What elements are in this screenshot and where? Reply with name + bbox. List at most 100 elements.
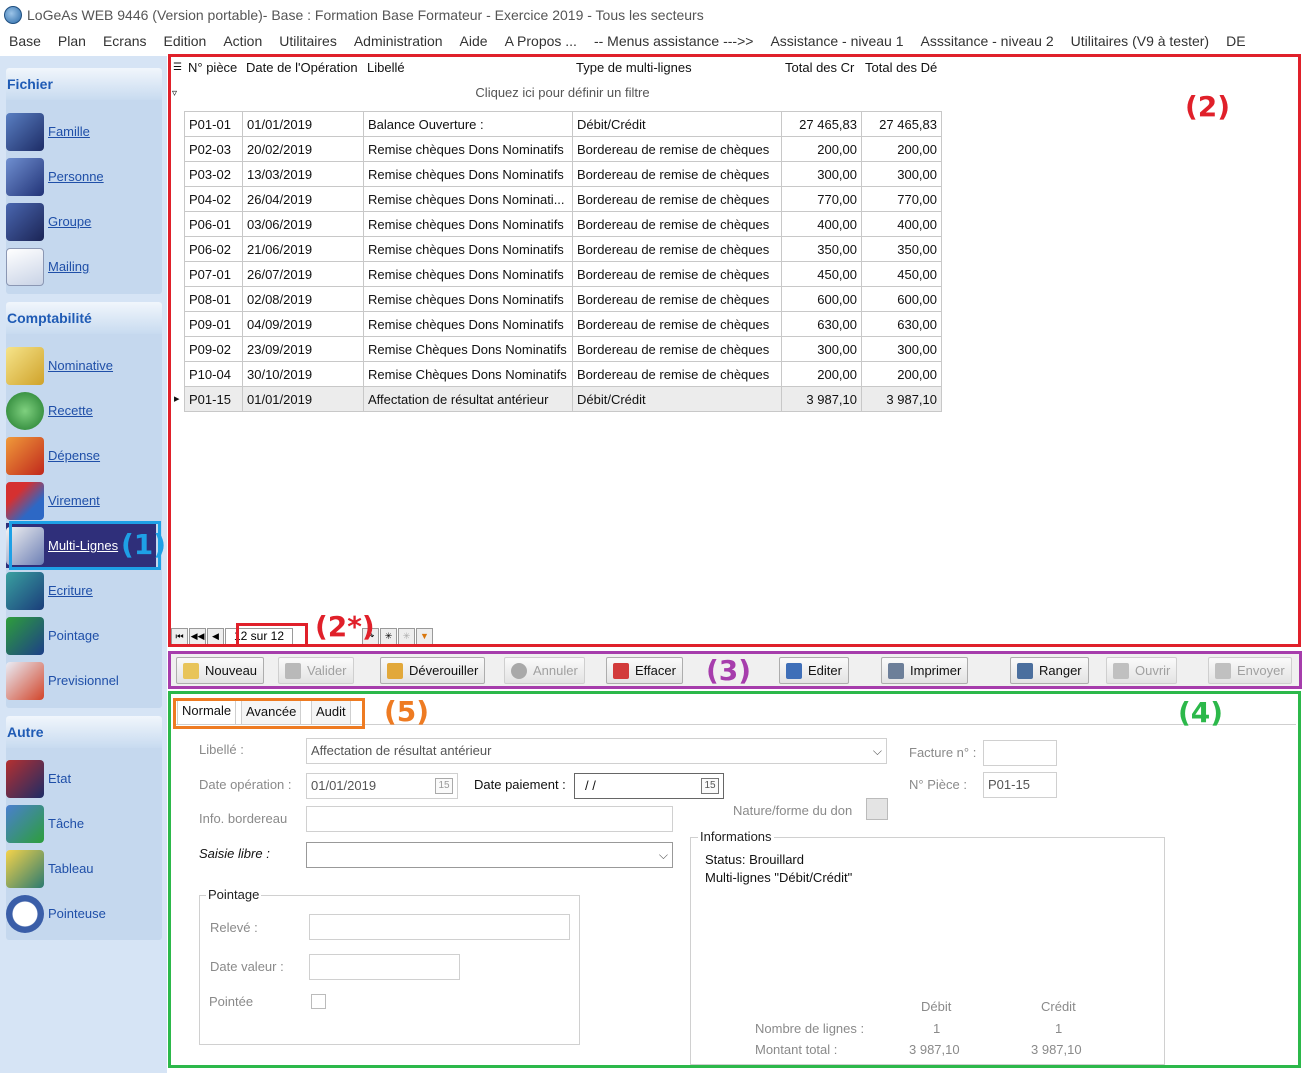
menu-de[interactable]: DE [1217,33,1253,49]
first-record-icon[interactable]: ⏮ [171,627,188,645]
date-operation-field[interactable]: 01/01/2019 15 [306,773,458,799]
sidebar-item-nominative[interactable]: Nominative [6,343,113,388]
table-row[interactable]: P08-01 02/08/2019 Remise chèques Dons Nomi… [184,286,942,312]
table-row[interactable]: P07-01 26/07/2019 Remise chèques Dons Nomi… [184,261,942,287]
tab-audit[interactable]: Audit [311,700,351,725]
sidebar-group-title[interactable]: Fichier [6,68,162,100]
envelope-icon [6,247,44,286]
menu-aide[interactable]: Aide [451,33,496,49]
col-header-libelle[interactable]: Libellé [367,58,405,80]
piece-field[interactable]: P01-15 [983,772,1057,798]
menu-apropos[interactable]: A Propos ... [496,33,585,49]
cell-total-debit: 27 465,83 [861,111,942,137]
menu-plan[interactable]: Plan [49,33,94,49]
sidebar-item-etat[interactable]: Etat [6,756,71,801]
menu-assistance-2[interactable]: Asssitance - niveau 2 [912,33,1062,49]
table-row[interactable]: P06-02 21/06/2019 Remise chèques Dons Nomi… [184,236,942,262]
col-header-date[interactable]: Date de l'Opération [246,58,358,80]
report-icon [6,759,44,798]
facture-field[interactable] [983,740,1057,766]
new-row-icon[interactable]: ✳ [380,627,397,645]
sidebar-item-personne[interactable]: Personne [6,154,104,199]
cell-piece: P04-02 [184,186,243,212]
table-row[interactable]: P04-02 26/04/2019 Remise chèques Dons Nomi… [184,186,942,212]
menu-base[interactable]: Base [0,33,49,49]
entry-icon [6,571,44,610]
menu-utilitaires-v9[interactable]: Utilitaires (V9 à tester) [1062,33,1217,49]
tab-avancee[interactable]: Avancée [241,700,302,725]
editer-button[interactable]: Editer [779,657,849,684]
sidebar-item-groupe[interactable]: Groupe [6,199,91,244]
imprimer-button[interactable]: Imprimer [881,657,969,684]
filter-row[interactable]: Cliquez ici pour définir un filtre [184,82,941,106]
table-row[interactable]: P10-04 30/10/2019 Remise Chèques Dons Nomi… [184,361,942,387]
sidebar-item-mailing[interactable]: Mailing [6,244,89,289]
sidebar-item-pointage[interactable]: Pointage [6,613,99,658]
col-header-type[interactable]: Type de multi-lignes [576,58,692,80]
sidebar-item-pointeuse[interactable]: Pointeuse [6,891,106,936]
ranger-button[interactable]: Ranger [1010,657,1089,684]
tab-normale[interactable]: Normale [177,699,237,724]
table-row[interactable]: P06-01 03/06/2019 Remise chèques Dons Nomi… [184,211,942,237]
save-icon [285,662,301,679]
table-row[interactable]: P01-15 01/01/2019 Affectation de résultat … [184,386,942,412]
cell-date: 02/08/2019 [242,286,364,312]
sidebar-group-title[interactable]: Autre [6,716,162,748]
annotation-label-tabs: (5) [384,695,430,728]
sidebar-item-tableau[interactable]: Tableau [6,846,94,891]
cell-type: Bordereau de remise de chèques [572,136,782,162]
cell-total-debit: 3 987,10 [861,386,942,412]
menu-ecrans[interactable]: Ecrans [94,33,155,49]
unlock-icon [387,662,403,679]
col-header-total-credit[interactable]: Total des Cr [785,58,858,80]
date-valeur-field[interactable] [309,954,460,980]
sidebar-item-famille[interactable]: Famille [6,109,90,154]
nouveau-button[interactable]: Nouveau [176,657,265,684]
table-row[interactable]: P09-02 23/09/2019 Remise Chèques Dons Nomi… [184,336,942,362]
prev-page-icon[interactable]: ◀◀ [189,627,206,645]
sidebar-item-tache[interactable]: Tâche [6,801,84,846]
saisie-libre-select[interactable]: ⌵ [306,842,673,868]
sidebar-item-depense[interactable]: Dépense [6,433,100,478]
cell-total-debit: 200,00 [861,361,942,387]
col-header-piece[interactable]: N° pièce [188,58,237,80]
filter-icon[interactable]: ▿ [172,88,177,99]
task-icon [6,804,44,843]
delete-icon [613,662,629,679]
releve-field[interactable] [309,914,570,940]
table-row[interactable]: P01-01 01/01/2019 Balance Ouverture : Débit… [184,111,942,137]
prev-record-icon[interactable]: ◀ [207,627,224,645]
annotation-label-counter: (2*) [315,610,375,643]
sidebar-item-recette[interactable]: Recette [6,388,93,433]
libelle-select[interactable]: Affectation de résultat antérieur ⌵ [306,738,887,764]
menu-action[interactable]: Action [214,33,270,49]
table-row[interactable]: P03-02 13/03/2019 Remise chèques Dons Nomi… [184,161,942,187]
nature-don-icon[interactable] [866,798,888,820]
menu-edition[interactable]: Edition [155,33,215,49]
menu-assistance-separator[interactable]: -- Menus assistance --->> [585,33,762,49]
effacer-button[interactable]: Effacer [606,657,683,684]
col-header-total-debit[interactable]: Total des Dé [865,58,940,80]
clear-icon[interactable]: ✳ [398,627,415,645]
menu-administration[interactable]: Administration [345,33,451,49]
date-paiement-field[interactable]: / /15 [574,773,724,799]
table-row[interactable]: P02-03 20/02/2019 Remise chèques Dons Nomi… [184,136,942,162]
cell-type: Bordereau de remise de chèques [572,186,782,212]
sidebar-item-virement[interactable]: Virement [6,478,100,523]
sidebar-item-previsionnel[interactable]: Previsionnel [6,658,119,703]
info-bordereau-field[interactable] [306,806,673,832]
valider-button[interactable]: Valider [278,657,354,684]
envoyer-button[interactable]: Envoyer [1208,657,1292,684]
sidebar-item-ecriture[interactable]: Ecriture [6,568,93,613]
annuler-button[interactable]: Annuler [504,657,585,684]
menu-utilitaires[interactable]: Utilitaires [270,33,345,49]
filter-funnel-icon[interactable]: ▼ [416,627,433,645]
deverouiller-button[interactable]: Déverouiller [380,657,486,684]
ouvrir-button[interactable]: Ouvrir [1106,657,1178,684]
cell-total-debit: 450,00 [861,261,942,287]
sidebar-group-title[interactable]: Comptabilité [6,302,162,334]
pointee-checkbox[interactable] [311,994,326,1009]
menu-assistance-1[interactable]: Assistance - niveau 1 [761,33,911,49]
column-chooser-icon[interactable]: ☰ [173,58,183,80]
table-row[interactable]: P09-01 04/09/2019 Remise chèques Dons Nomi… [184,311,942,337]
